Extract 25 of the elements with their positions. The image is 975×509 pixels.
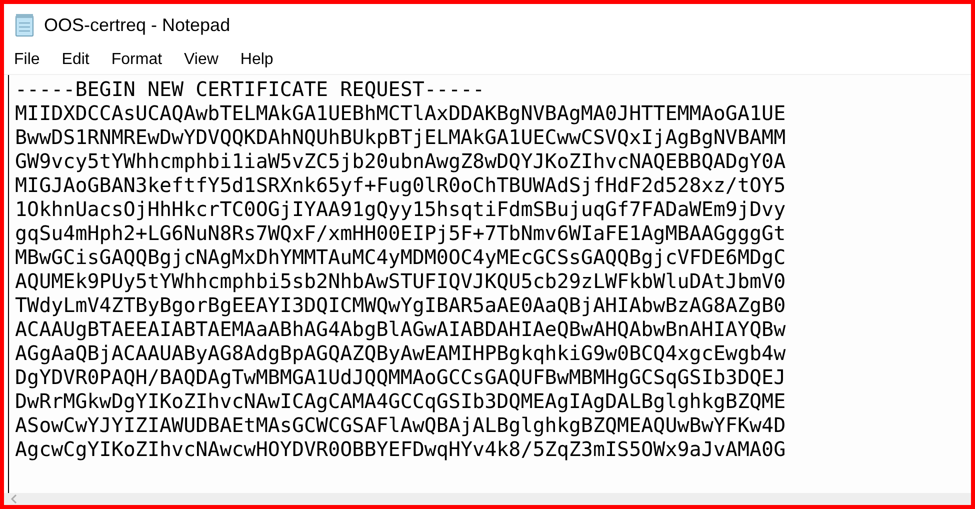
text-line: BwwDS1RNMREwDwYDVQQKDAhNQUhBUkpBTjELMAkGA1UECwwCSVQxIjAgBgNVBAMM — [15, 125, 787, 149]
menu-item[interactable]: Edit — [62, 51, 90, 69]
scroll-left-icon[interactable] — [10, 494, 18, 504]
menu-item[interactable]: View — [184, 51, 218, 69]
text-line: MIGJAoGBAN3keftfY5d1SRXnk65yf+Fug0lR0oChTBUWAdSjfHdF2d528xz/tOY5 — [15, 173, 787, 197]
menu-item[interactable]: Format — [111, 51, 162, 69]
text-line: MIIDXDCCAsUCAQAwbTELMAkGA1UEBhMCTlAxDDAKBgNVBAgMA0JHTTEMMAoGA1UE — [15, 101, 787, 125]
text-line: DgYDVR0PAQH/BAQDAgTwMBMGA1UdJQQMMAoGCCsGAQUFBwMBMHgGCSqGSIb3DQEJ — [15, 365, 787, 389]
text-line: MBwGCisGAQQBgjcNAgMxDhYMMTAuMC4yMDM0OC4yMEcGCSsGAQQBgjcVFDE6MDgC — [15, 245, 787, 269]
text-line: AgcwCgYIKoZIhvcNAwcwHOYDVR0OBBYEFDwqHYv4k8/5ZqZ3mIS5OWx9aJvAMA0G — [15, 437, 787, 461]
text-line: AQUMEk9PUy5tYWhhcmphbi5sb2NhbAwSTUFIQVJKQU5cb29zLWFkbWluDAtJbmV0 — [15, 269, 787, 293]
text-line: DwRrMGkwDgYIKoZIhvcNAwICAgCAMA4GCCqGSIb3DQMEAgIAgDALBglghkgBZQME — [15, 389, 787, 413]
text-line: GW9vcy5tYWhhcmphbi1iaW5vZC5jb20ubnAwgZ8wDQYJKoZIhvcNAQEBBQADgY0A — [15, 149, 787, 173]
text-line: ACAAUgBTAEEAIABTAEMAaABhAG4AbgBlAGwAIABDAHIAeQBwAHQAbwBnAHIAYQBw — [15, 317, 787, 341]
horizontal-scrollbar[interactable] — [4, 493, 971, 505]
text-line: gqSu4mHph2+LG6NuN8Rs7WQxF/xmHH00EIPj5F+7TbNmv6WIaFE1AgMBAAGgggGt — [15, 221, 787, 245]
menu-item[interactable]: File — [14, 51, 40, 69]
notepad-icon — [14, 13, 36, 37]
text-line: TWdyLmV4ZTByBgorBgEEAYI3DQICMWQwYgIBAR5aAE0AaQBjAHIAbwBzAG8AZgB0 — [15, 293, 787, 317]
text-line: 1OkhnUacsOjHhHkcrTC0OGjIYAA91gQyy15hsqtiFdmSBujuqGf7FADaWEm9jDvy — [15, 197, 787, 221]
menu-item[interactable]: Help — [240, 51, 274, 69]
text-line: ASowCwYJYIZIAWUDBAEtMAsGCWCGSAFlAwQBAjALBglghkgBZQMEAQUwBwYFKw4D — [15, 413, 787, 437]
text-line: AGgAaQBjACAAUAByAG8AdgBpAGQAZQByAwEAMIHPBgkqhkiG9w0BCQ4xgcEwgb4w — [15, 341, 787, 365]
text-line: -----BEGIN NEW CERTIFICATE REQUEST----- — [15, 77, 486, 101]
window-title: OOS-certreq - Notepad — [44, 14, 230, 36]
